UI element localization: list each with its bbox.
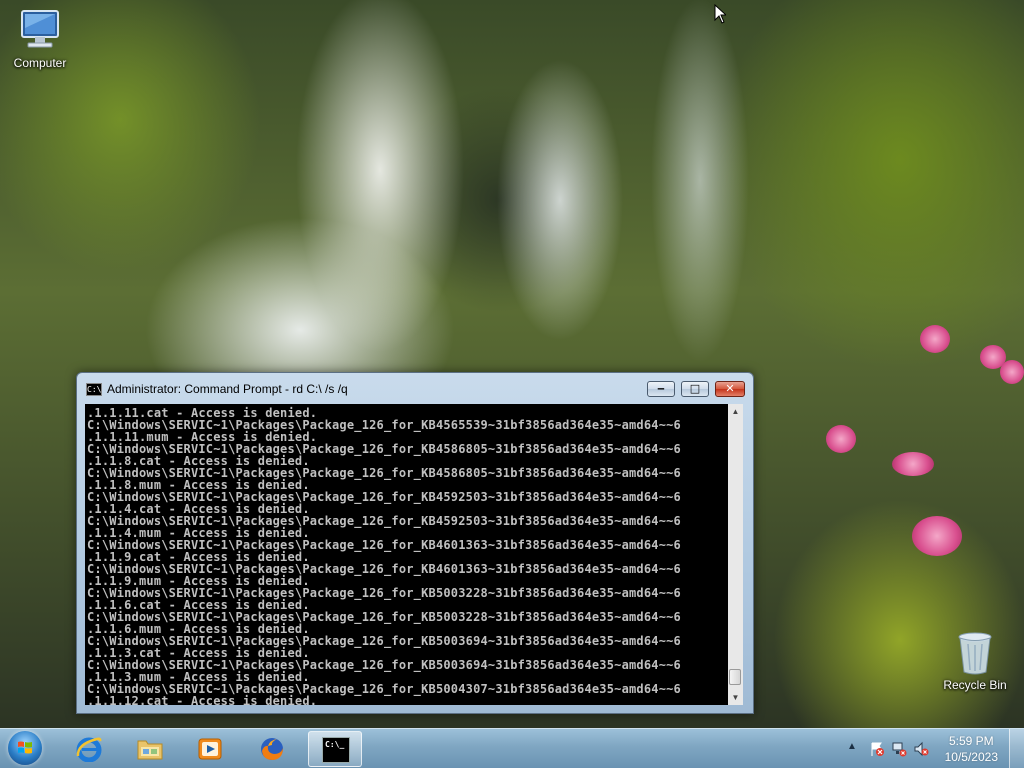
network-icon[interactable] [891, 741, 907, 757]
firefox-icon [261, 738, 283, 760]
folder-icon [137, 740, 163, 760]
show-hidden-icons-button[interactable]: ▲ [847, 741, 857, 752]
console-line: .1.1.12.cat - Access is denied. [87, 694, 318, 705]
clock-date: 10/5/2023 [944, 750, 998, 764]
computer-icon [21, 10, 59, 48]
maximize-icon: □ [689, 382, 701, 395]
taskbar-item-firefox[interactable] [245, 731, 299, 767]
start-button[interactable] [6, 731, 46, 767]
command-prompt-icon[interactable]: C:\ [86, 383, 102, 396]
taskbar: C:\_ ▲ 5:59 PM 10/5/2023 [0, 728, 1024, 769]
cmd-icon-text: C:\_ [325, 740, 345, 749]
wallpaper-flower [892, 452, 934, 476]
minimize-icon: ‒ [657, 382, 665, 395]
wallpaper-flower [826, 425, 856, 453]
window-title: Administrator: Command Prompt - rd C:\ /… [107, 382, 348, 396]
command-prompt-icon: C:\_ [322, 737, 350, 763]
windows-logo-icon [18, 741, 32, 754]
notification-area: ▲ 5:59 PM 10/5/2023 [839, 729, 1024, 769]
mouse-cursor-icon [714, 4, 726, 24]
system-clock[interactable]: 5:59 PM 10/5/2023 [945, 733, 998, 765]
maximize-button[interactable]: □ [681, 381, 709, 397]
console-output[interactable]: .1.1.11.cat - Access is denied. C:\Window… [85, 404, 728, 705]
desktop-icon-computer[interactable]: Computer [0, 8, 80, 70]
wallpaper-flower [920, 325, 950, 353]
desktop-icon-label: Recycle Bin [943, 678, 1007, 692]
minimize-button[interactable]: ‒ [647, 381, 675, 397]
vertical-scrollbar[interactable]: ▲ ▼ [728, 404, 743, 705]
close-button[interactable]: ✕ [715, 381, 745, 397]
desktop-icon-label: Computer [13, 56, 67, 70]
show-desktop-button[interactable] [1009, 729, 1024, 769]
console-text: .1.1.11.cat - Access is denied. C:\Window… [85, 404, 728, 705]
action-center-icon[interactable] [869, 741, 885, 757]
recycle-bin-icon [958, 632, 992, 675]
window-titlebar[interactable]: C:\ Administrator: Command Prompt - rd C… [77, 373, 753, 403]
taskbar-item-windows-explorer[interactable] [123, 731, 177, 767]
internet-explorer-icon [76, 737, 102, 762]
scroll-down-icon[interactable]: ▼ [728, 690, 743, 705]
wallpaper-flower [1000, 360, 1024, 384]
scrollbar-thumb[interactable] [729, 669, 741, 685]
taskbar-item-command-prompt[interactable]: C:\_ [308, 731, 362, 767]
command-prompt-window[interactable]: C:\ Administrator: Command Prompt - rd C… [76, 372, 754, 714]
taskbar-item-internet-explorer[interactable] [62, 731, 116, 767]
wallpaper-flower [912, 516, 962, 556]
media-player-icon [198, 738, 222, 760]
volume-muted-icon[interactable] [913, 741, 929, 757]
clock-time: 5:59 PM [948, 734, 994, 748]
close-icon: ✕ [725, 382, 735, 395]
taskbar-item-media-player[interactable] [183, 731, 237, 767]
desktop-icon-recycle-bin[interactable]: Recycle Bin [935, 630, 1015, 692]
scroll-up-icon[interactable]: ▲ [728, 404, 743, 419]
